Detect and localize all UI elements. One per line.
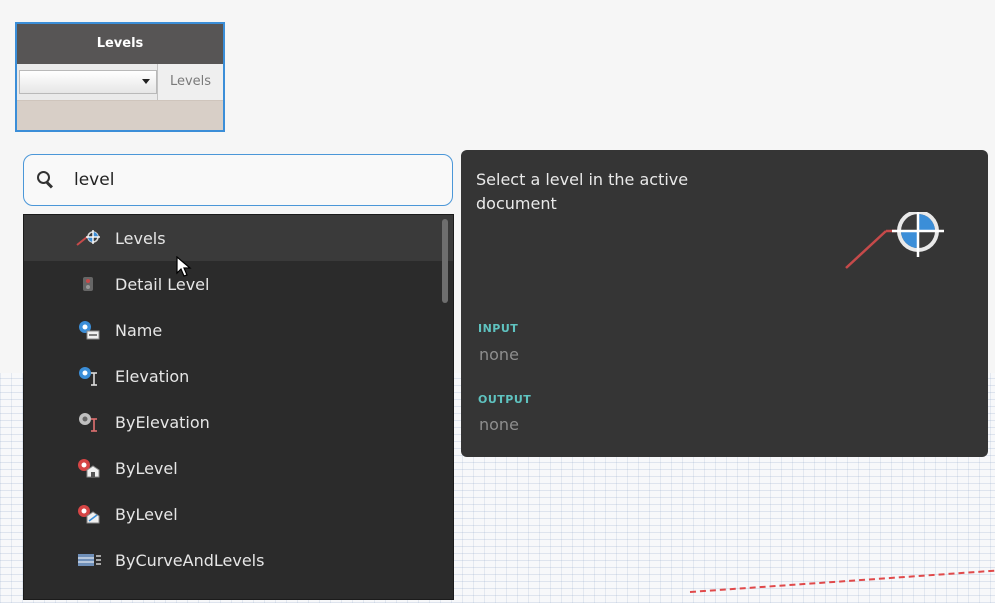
result-label: Elevation [115, 366, 190, 386]
result-label: ByLevel [115, 504, 178, 524]
search-box[interactable] [23, 154, 453, 206]
level-dropdown[interactable] [19, 70, 157, 94]
result-label: Name [115, 320, 163, 340]
search-results-list[interactable]: Levels Detail Level Name Elevation ByEle… [23, 214, 454, 600]
by-level-icon-2 [75, 502, 103, 526]
result-item-elevation[interactable]: Elevation [24, 353, 453, 399]
output-value: none [479, 415, 519, 434]
levels-node[interactable]: Levels Levels [15, 22, 225, 132]
results-scrollbar[interactable] [442, 219, 448, 303]
result-label: ByElevation [115, 412, 210, 432]
result-label: ByLevel [115, 458, 178, 478]
result-item-by-curve-and-levels[interactable]: ByCurveAndLevels [24, 537, 453, 583]
result-item-name[interactable]: Name [24, 307, 453, 353]
result-label: Levels [115, 228, 166, 248]
by-level-icon [75, 456, 103, 480]
levels-large-icon [845, 212, 944, 269]
input-value: none [479, 345, 519, 364]
node-description: Select a level in the active document [476, 170, 689, 213]
result-item-by-elevation[interactable]: ByElevation [24, 399, 453, 445]
chevron-down-icon[interactable] [142, 79, 150, 84]
detail-level-icon [75, 272, 103, 296]
output-section-label: OUTPUT [478, 393, 532, 406]
search-input[interactable] [72, 169, 436, 191]
node-title[interactable]: Levels [17, 24, 223, 64]
elevation-icon [75, 364, 103, 388]
result-item-levels[interactable]: Levels [24, 215, 453, 261]
result-item-detail-level[interactable]: Detail Level [24, 261, 453, 307]
levels-icon [75, 226, 103, 250]
search-icon [36, 170, 56, 190]
output-port-levels[interactable]: Levels [157, 64, 223, 100]
by-elevation-icon [75, 410, 103, 434]
name-icon [75, 318, 103, 342]
input-section-label: INPUT [478, 322, 519, 335]
by-curve-and-levels-icon [75, 548, 103, 572]
result-item-by-level[interactable]: ByLevel [24, 445, 453, 491]
node-body: Levels [17, 64, 223, 101]
node-tooltip-panel: Select a level in the active document IN… [461, 150, 988, 457]
result-item-by-level-2[interactable]: ByLevel [24, 491, 453, 537]
result-label: ByCurveAndLevels [115, 550, 265, 570]
mouse-cursor-icon [176, 256, 192, 277]
result-label: Detail Level [115, 274, 210, 294]
